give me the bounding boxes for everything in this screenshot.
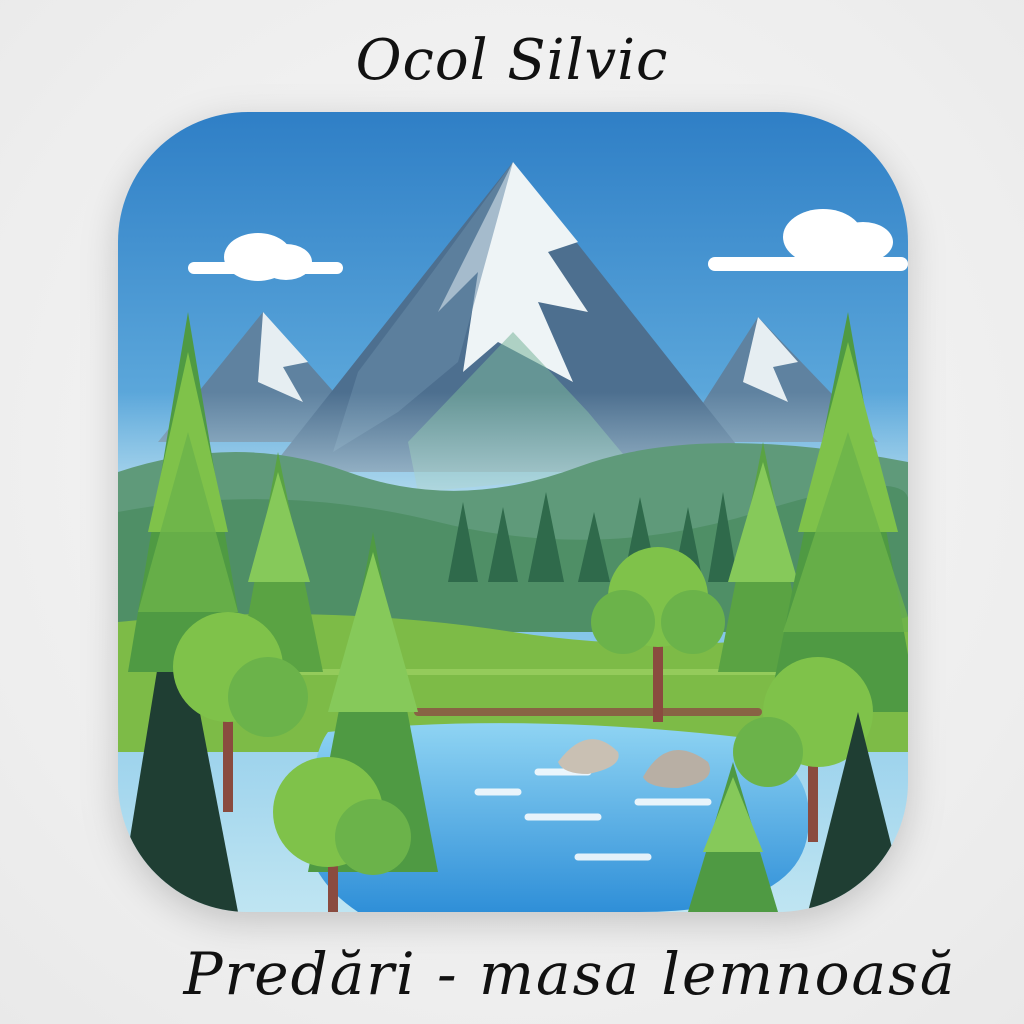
- app-icon: [118, 112, 908, 912]
- page-title: Ocol Silvic: [355, 28, 669, 93]
- app-splash: Ocol Silvic Predări - masa lemnoasă: [0, 0, 1024, 1024]
- page-subtitle: Predări - masa lemnoasă: [183, 940, 957, 1008]
- mountain-forest-lake-icon: [118, 112, 908, 912]
